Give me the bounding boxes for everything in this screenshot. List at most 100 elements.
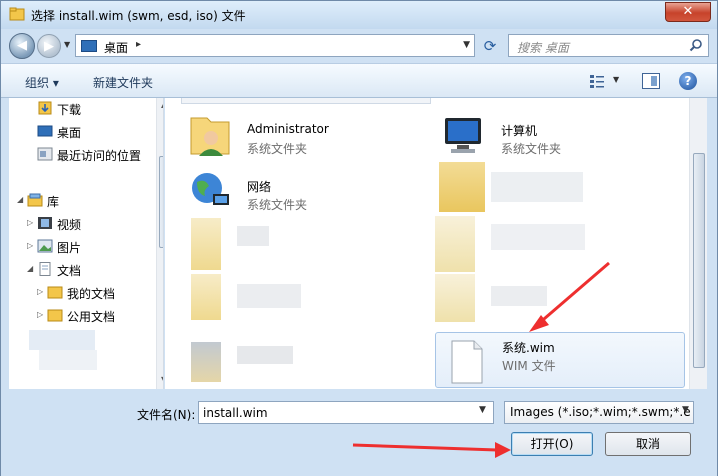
dialog-footer: 文件名(N): ▼ Images (*.iso;*.wim;*.swm;*.e … xyxy=(1,389,717,476)
file-item-system-wim[interactable]: 系统.wim WIM 文件 xyxy=(435,332,685,388)
view-dropdown-icon[interactable]: ▼ xyxy=(613,75,619,84)
window-title: 选择 install.wim (swm, esd, iso) 文件 xyxy=(31,9,246,23)
scroll-up-icon[interactable]: ▲ xyxy=(161,100,163,109)
file-type: 系统文件夹 xyxy=(247,198,308,212)
search-input[interactable]: 搜索 桌面 xyxy=(508,34,709,57)
title-bar: 选择 install.wim (swm, esd, iso) 文件 ✕ xyxy=(1,1,717,29)
expand-arrow-icon[interactable]: ▷ xyxy=(27,218,33,227)
filename-dropdown-icon[interactable]: ▼ xyxy=(479,405,486,415)
redacted-item-icon xyxy=(439,162,485,212)
file-item-computer[interactable]: 计算机 系统文件夹 xyxy=(435,108,685,166)
folder-icon xyxy=(47,286,63,299)
expand-arrow-icon[interactable]: ▷ xyxy=(37,310,43,319)
open-file-dialog: 选择 install.wim (swm, esd, iso) 文件 ✕ ◀ ▶ … xyxy=(0,0,718,476)
redacted-item-icon xyxy=(435,216,475,272)
address-dropdown-icon[interactable]: ▼ xyxy=(463,40,470,50)
file-list: Administrator 系统文件夹 计算机 系统文件夹 网络 系统文件夹 系… xyxy=(165,98,707,389)
file-item-administrator[interactable]: Administrator 系统文件夹 xyxy=(181,108,431,166)
nav-item-documents[interactable]: ◢ 文档 xyxy=(9,260,149,280)
change-view-icon[interactable] xyxy=(589,73,605,89)
file-item-network[interactable]: 网络 系统文件夹 xyxy=(181,164,431,222)
nav-item-videos[interactable]: ▷ 视频 xyxy=(9,214,149,234)
redacted-item-label xyxy=(237,284,301,308)
recent-places-icon xyxy=(37,147,53,161)
redacted-item-label xyxy=(237,226,269,246)
collapse-arrow-icon[interactable]: ◢ xyxy=(17,195,23,204)
redacted-nav-item xyxy=(39,350,97,370)
cancel-button[interactable]: 取消 xyxy=(605,432,691,456)
nav-item-label: 下载 xyxy=(57,103,82,117)
nav-item-downloads[interactable]: 下载 xyxy=(9,99,149,119)
nav-item-recent-places[interactable]: 最近访问的位置 xyxy=(9,145,149,165)
expand-arrow-icon[interactable]: ▷ xyxy=(37,287,43,296)
nav-item-desktop[interactable]: 桌面 xyxy=(9,122,149,142)
search-placeholder: 搜索 桌面 xyxy=(517,41,569,55)
library-icon xyxy=(27,193,43,207)
arrow-left-icon: ◀ xyxy=(17,38,27,53)
redacted-item-label xyxy=(491,224,585,250)
nav-item-label: 库 xyxy=(47,195,60,209)
redacted-item-icon xyxy=(191,274,221,320)
help-icon[interactable]: ? xyxy=(679,72,697,90)
forward-button[interactable]: ▶ xyxy=(37,34,61,58)
nav-item-label: 图片 xyxy=(57,241,82,255)
computer-icon xyxy=(445,118,481,153)
filetype-select[interactable]: Images (*.iso;*.wim;*.swm;*.e xyxy=(504,401,694,424)
file-type: WIM 文件 xyxy=(502,359,556,373)
file-name: 计算机 xyxy=(501,124,538,138)
nav-item-my-documents[interactable]: ▷ 我的文档 xyxy=(9,283,149,303)
address-location[interactable]: 桌面 xyxy=(104,39,128,56)
user-folder-icon xyxy=(190,117,230,156)
nav-item-label: 最近访问的位置 xyxy=(57,149,142,163)
partial-row-top xyxy=(181,98,431,104)
pictures-icon xyxy=(37,239,53,253)
filename-input[interactable] xyxy=(198,401,494,424)
address-input[interactable]: 桌面 ▸ ▼ xyxy=(75,34,475,57)
file-name: Administrator xyxy=(247,122,329,136)
file-list-scroll-thumb[interactable] xyxy=(693,153,705,368)
back-button[interactable]: ◀ xyxy=(9,33,35,59)
breadcrumb-chevron-icon[interactable]: ▸ xyxy=(136,39,141,50)
file-type: 系统文件夹 xyxy=(501,142,562,156)
redacted-item-icon xyxy=(435,274,475,322)
nav-item-pictures[interactable]: ▷ 图片 xyxy=(9,237,149,257)
documents-icon xyxy=(39,262,51,276)
desktop-icon xyxy=(81,40,97,52)
address-bar-row: ◀ ▶ ▼ 桌面 ▸ ▼ ⟳ 搜索 桌面 xyxy=(1,29,717,63)
videos-icon xyxy=(38,217,52,229)
desktop-icon xyxy=(37,125,53,137)
folder-icon xyxy=(47,309,63,322)
expand-arrow-icon[interactable]: ▷ xyxy=(27,241,33,250)
scroll-down-icon[interactable]: ▼ xyxy=(161,375,163,384)
redacted-item-icon xyxy=(191,342,221,382)
nav-item-libraries[interactable]: ◢ 库 xyxy=(9,191,149,211)
command-bar: 组织 ▾ 新建文件夹 ▼ ? xyxy=(1,63,717,98)
preview-pane-icon[interactable] xyxy=(642,73,660,89)
navigation-pane: 下载 桌面 最近访问的位置 ◢ 库 ▷ 视频 ▷ 图片 ◢ 文档 ▷ 我的文档 … xyxy=(9,98,164,389)
nav-item-label: 视频 xyxy=(57,218,82,232)
open-button[interactable]: 打开(O) xyxy=(511,432,593,456)
app-icon xyxy=(9,7,25,21)
refresh-icon: ⟳ xyxy=(483,37,497,55)
downloads-icon xyxy=(38,101,52,115)
nav-item-label: 文档 xyxy=(57,264,82,278)
file-list-scrollbar[interactable] xyxy=(689,98,707,389)
refresh-button[interactable]: ⟳ xyxy=(478,34,502,57)
file-name: 系统.wim xyxy=(502,341,555,355)
file-icon xyxy=(451,340,483,384)
organize-button[interactable]: 组织 ▾ xyxy=(25,74,59,91)
redacted-item-label xyxy=(491,172,583,202)
search-icon[interactable] xyxy=(689,38,703,52)
file-name: 网络 xyxy=(247,180,272,194)
file-type: 系统文件夹 xyxy=(247,142,308,156)
nav-scrollbar[interactable]: ▲ ▼ xyxy=(156,98,163,389)
new-folder-button[interactable]: 新建文件夹 xyxy=(93,74,153,91)
recent-pages-dropdown-icon[interactable]: ▼ xyxy=(64,40,70,49)
nav-scroll-thumb[interactable] xyxy=(159,156,163,248)
nav-item-public-documents[interactable]: ▷ 公用文档 xyxy=(9,306,149,326)
redacted-nav-item xyxy=(29,330,95,350)
collapse-arrow-icon[interactable]: ◢ xyxy=(27,264,33,273)
close-button[interactable]: ✕ xyxy=(665,2,711,22)
filetype-dropdown-icon[interactable]: ▼ xyxy=(682,405,689,415)
network-icon xyxy=(192,173,229,205)
